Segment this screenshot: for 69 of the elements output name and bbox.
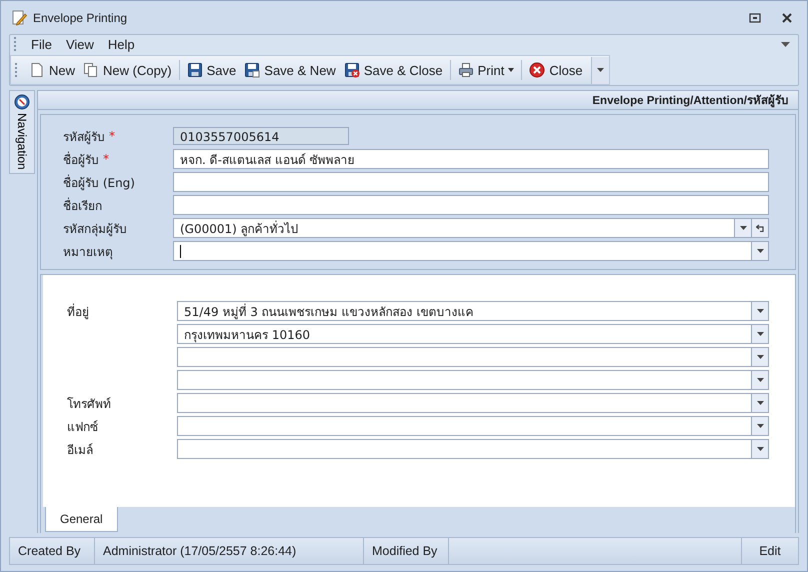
toolbar-button[interactable]: Close [525,60,587,80]
text-field[interactable] [173,195,769,215]
pencil-icon [11,10,27,26]
restore-icon[interactable] [749,12,761,22]
field-label: หมายเหตุ [63,244,113,260]
page-icon [29,62,45,78]
dropdown-field[interactable]: (G00001) ลูกค้าทั่วไป [173,218,769,238]
caret-icon [756,447,764,451]
field-label: อีเมล์ [67,442,93,456]
close-icon [529,62,546,78]
caret-icon [756,309,764,313]
required-mark: * [109,129,115,143]
breadcrumb: Envelope Printing/Attention/รหัสผู้รับ [592,93,788,109]
toolbar-button[interactable]: New [25,60,80,80]
text-field[interactable]: หจก. ดี-สแตนเลส แอนด์ ซัพพลาย [173,149,769,169]
menu-item[interactable]: View [58,36,101,52]
toolbar-button[interactable]: Save & New [240,60,340,80]
caret-icon [756,424,764,428]
toolbar-button[interactable]: Save & Close [340,60,447,80]
required-mark: * [103,152,109,166]
floppy-icon [186,62,203,78]
caret-icon [756,332,764,336]
field-label: แฟกซ์ [67,420,98,434]
floppy-icon [344,62,360,78]
close-icon[interactable] [781,12,793,22]
caret-icon [508,68,514,72]
toolbar-button[interactable]: Save [182,60,240,80]
field-label: รหัสผู้รับ [63,128,105,146]
window-title: Envelope Printing [33,10,128,24]
field-label: ชื่อผู้รับ (Eng) [63,174,135,192]
caret-icon [756,249,764,253]
dropdown-field[interactable] [177,393,769,413]
dropdown-field[interactable] [177,370,769,390]
field-label: ที่อยู่ [67,304,89,318]
compass-icon [14,94,30,110]
caret-icon [740,226,746,230]
printer-icon [458,62,474,78]
field-label: โทรศัพท์ [67,396,111,410]
overflow-caret-icon[interactable] [781,42,790,46]
toolbar-button[interactable]: Print [454,60,518,80]
undo-arrow-icon [756,224,764,232]
dropdown-field[interactable] [173,241,769,261]
dropdown-field[interactable]: 51/49 หมู่ที่ 3 ถนนเพชรเกษม แขวงหลักสอง เขตบางแค [177,301,769,321]
floppy-icon [244,62,260,78]
read-only-field: 0103557005614 [173,127,349,145]
dropdown-field[interactable]: กรุงเทพมหานคร 10160 [177,324,769,344]
dropdown-field[interactable] [177,439,769,459]
mode-indicator: Edit [758,543,782,560]
field-label: ชื่อผู้รับ [63,150,99,168]
caret-icon [756,355,764,359]
toolbar-overflow-button[interactable] [590,56,609,84]
text-field[interactable] [173,172,769,192]
toolbar-button[interactable]: New (Copy) [79,60,176,80]
caret-icon [596,68,604,72]
copy-icon [83,62,100,78]
field-label: ชื่อเรียก [63,196,102,214]
tab[interactable]: General [45,507,118,532]
field-label: รหัสกลุ่มผู้รับ [63,220,127,238]
navigation-tab[interactable]: Navigation [9,90,35,174]
reset-button[interactable] [751,219,768,237]
dropdown-field[interactable] [177,416,769,436]
menu-item[interactable]: File [24,36,59,52]
dropdown-field[interactable] [177,347,769,367]
caret-icon [756,401,764,405]
status-text: Administrator (17/05/2557 8:26:44) [95,538,364,564]
caret-icon [756,378,764,382]
menu-item[interactable]: Help [100,36,142,52]
status-label: Created By [10,538,95,564]
status-label: Modified By [364,538,449,564]
